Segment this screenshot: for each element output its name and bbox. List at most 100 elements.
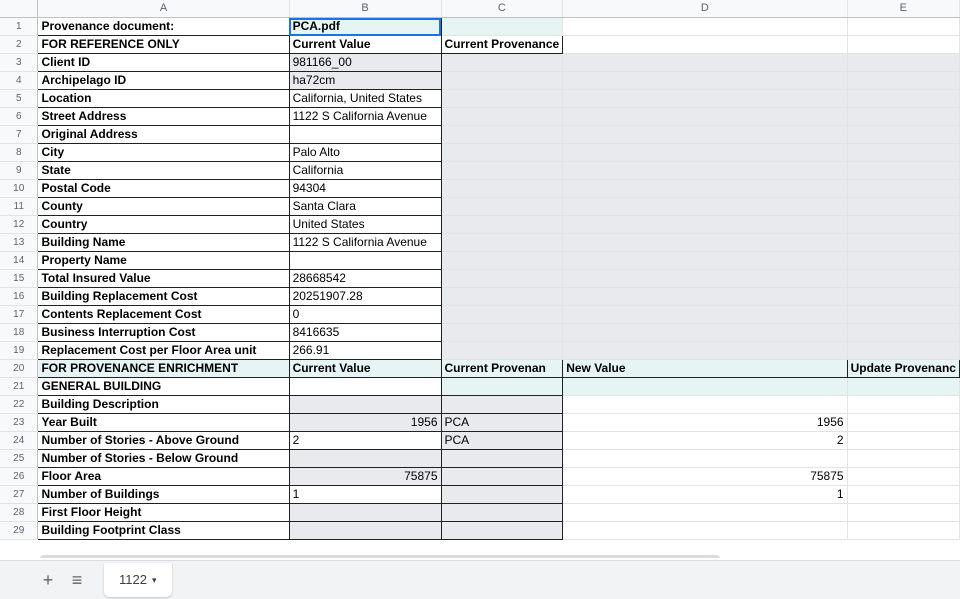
cell-b27[interactable]: 1 [288, 485, 442, 504]
cell-c9[interactable] [441, 161, 564, 180]
cell-e16[interactable] [847, 287, 960, 306]
sheet-tab-1122[interactable]: 1122 ▾ [104, 563, 172, 597]
cell-d11[interactable] [562, 197, 848, 216]
cell-b22[interactable] [288, 395, 442, 414]
cell-b28[interactable] [288, 503, 442, 522]
cell-e9[interactable] [847, 161, 960, 180]
cell-b20[interactable]: Current Value [288, 359, 442, 378]
cell-a4[interactable]: Archipelago ID [37, 71, 290, 90]
row-header[interactable]: 15 [0, 269, 39, 288]
cell-a8[interactable]: City [37, 143, 290, 162]
cell-a24[interactable]: Number of Stories - Above Ground [37, 431, 290, 450]
cell-e24[interactable] [847, 431, 960, 450]
cell-e26[interactable] [847, 467, 960, 486]
row-header[interactable]: 9 [0, 161, 39, 180]
spreadsheet-grid[interactable]: A B C D E 1 Provenance document: PCA.pdf 2 F… [0, 0, 960, 558]
cell-a15[interactable]: Total Insured Value [37, 269, 290, 288]
add-sheet-icon[interactable]: + [38, 570, 58, 590]
cell-d4[interactable] [562, 71, 848, 90]
cell-c20[interactable]: Current Provenan [440, 359, 564, 378]
cell-d3[interactable] [562, 53, 848, 72]
cell-c7[interactable] [441, 125, 564, 144]
cell-d22[interactable] [562, 395, 848, 414]
row-header[interactable]: 4 [0, 71, 39, 90]
cell-e29[interactable] [847, 521, 960, 540]
cell-c17[interactable] [441, 305, 564, 324]
cell-a22[interactable]: Building Description [37, 395, 290, 414]
row-header[interactable]: 20 [0, 359, 39, 378]
row-header[interactable]: 17 [0, 305, 39, 324]
cell-c23[interactable]: PCA [440, 413, 564, 432]
cell-d19[interactable] [562, 341, 848, 360]
cell-e22[interactable] [847, 395, 960, 414]
cell-e28[interactable] [847, 503, 960, 522]
cell-a13[interactable]: Building Name [37, 233, 290, 252]
cell-c15[interactable] [441, 269, 564, 288]
cell-b11[interactable]: Santa Clara [288, 197, 442, 216]
cell-a12[interactable]: Country [37, 215, 290, 234]
cell-c26[interactable] [440, 467, 564, 486]
cell-e6[interactable] [847, 107, 960, 126]
cell-a28[interactable]: First Floor Height [37, 503, 290, 522]
cell-a14[interactable]: Property Name [37, 251, 290, 270]
cell-b18[interactable]: 8416635 [288, 323, 442, 342]
cell-e14[interactable] [847, 251, 960, 270]
cell-b3[interactable]: 981166_00 [288, 53, 442, 72]
cell-e20[interactable]: Update Provenanc [846, 359, 960, 378]
cell-d6[interactable] [562, 107, 848, 126]
cell-c12[interactable] [441, 215, 564, 234]
cell-b15[interactable]: 28668542 [288, 269, 442, 288]
column-header-d[interactable]: D [562, 0, 848, 18]
cell-c11[interactable] [441, 197, 564, 216]
row-header[interactable]: 21 [0, 377, 39, 396]
cell-e23[interactable] [847, 413, 960, 432]
cell-e8[interactable] [847, 143, 960, 162]
chevron-down-icon[interactable]: ▾ [152, 563, 157, 597]
select-all-corner[interactable] [0, 0, 39, 18]
row-header[interactable]: 23 [0, 413, 39, 432]
row-header[interactable]: 25 [0, 449, 39, 468]
cell-a10[interactable]: Postal Code [37, 179, 290, 198]
cell-b26[interactable]: 75875 [288, 467, 442, 486]
cell-a26[interactable]: Floor Area [37, 467, 290, 486]
row-header[interactable]: 2 [0, 35, 39, 54]
cell-b25[interactable] [288, 449, 442, 468]
cell-table[interactable]: A B C D E 1 Provenance document: PCA.pdf 2 F… [0, 0, 960, 540]
cell-a5[interactable]: Location [37, 89, 290, 108]
cell-e7[interactable] [847, 125, 960, 144]
cell-b5[interactable]: California, United States [288, 89, 442, 108]
row-header[interactable]: 18 [0, 323, 39, 342]
row-header[interactable]: 10 [0, 179, 39, 198]
cell-c8[interactable] [441, 143, 564, 162]
cell-b9[interactable]: California [288, 161, 442, 180]
cell-c2[interactable]: Current Provenance [440, 35, 564, 54]
cell-b21[interactable] [288, 377, 442, 396]
cell-e4[interactable] [847, 71, 960, 90]
cell-b16[interactable]: 20251907.28 [288, 287, 442, 306]
cell-a27[interactable]: Number of Buildings [37, 485, 290, 504]
cell-b29[interactable] [288, 521, 442, 540]
cell-b12[interactable]: United States [288, 215, 442, 234]
cell-b13[interactable]: 1122 S California Avenue [288, 233, 442, 252]
row-header[interactable]: 28 [0, 503, 39, 522]
cell-d29[interactable] [562, 521, 848, 540]
cell-e2[interactable] [847, 35, 960, 54]
cell-e25[interactable] [847, 449, 960, 468]
cell-a3[interactable]: Client ID [37, 53, 290, 72]
row-header[interactable]: 6 [0, 107, 39, 126]
cell-c25[interactable] [440, 449, 564, 468]
column-header-a[interactable]: A [37, 0, 290, 18]
all-sheets-list-icon[interactable]: ≡ [67, 570, 87, 590]
cell-c6[interactable] [441, 107, 564, 126]
cell-c5[interactable] [441, 89, 564, 108]
cell-c28[interactable] [440, 503, 564, 522]
row-header[interactable]: 11 [0, 197, 39, 216]
row-header[interactable]: 1 [0, 17, 39, 36]
cell-a20[interactable]: FOR PROVENANCE ENRICHMENT [37, 359, 290, 378]
cell-a2[interactable]: FOR REFERENCE ONLY [37, 35, 290, 54]
row-header[interactable]: 22 [0, 395, 39, 414]
cell-c3[interactable] [441, 53, 564, 72]
cell-c10[interactable] [441, 179, 564, 198]
cell-a25[interactable]: Number of Stories - Below Ground [37, 449, 290, 468]
cell-a17[interactable]: Contents Replacement Cost [37, 305, 290, 324]
